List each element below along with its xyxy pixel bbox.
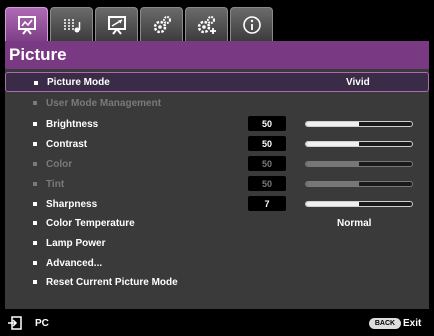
menu-item-label: Sharpness [46,198,98,210]
audio-settings-icon [63,18,80,32]
menu-item-label: Picture Mode [47,76,110,88]
menu-item-user-mode-management: User Mode Management [5,93,429,113]
menu-item-tint: Tint 50 [5,174,429,194]
menu-item-color-temperature[interactable]: Color Temperature Normal [5,213,429,233]
picture-display-icon [17,15,36,35]
back-button-icon[interactable]: BACK [369,318,401,329]
menu-footer: PC BACK Exit [5,313,429,333]
exit-label: Exit [403,317,422,329]
menu-item-label: Reset Current Picture Mode [46,276,178,288]
brightness-slider[interactable] [305,121,413,127]
bullet-icon [33,261,37,265]
menu-item-picture-mode[interactable]: Picture Mode Vivid [5,72,429,92]
bullet-icon [33,280,37,284]
contrast-value: 50 [248,136,286,151]
tab-information[interactable] [230,7,273,41]
tab-display[interactable] [95,7,138,41]
color-slider [305,161,413,167]
slider-fill [306,162,359,166]
bullet-icon [33,241,37,245]
brightness-value: 50 [248,116,286,131]
menu-item-reset[interactable]: Reset Current Picture Mode [5,272,429,292]
menu-item-contrast[interactable]: Contrast 50 [5,134,429,154]
menu-item-color: Color 50 [5,154,429,174]
picture-mode-value: Vivid [346,76,370,88]
bullet-icon [33,202,37,206]
bullet-icon [33,162,37,166]
menu-item-label: Advanced... [46,257,103,269]
input-source-label: PC [35,317,49,329]
slider-fill [306,182,359,186]
menu-item-label: Contrast [46,138,88,150]
tint-value: 50 [248,176,286,191]
bullet-icon [33,221,37,225]
tab-system-basic[interactable] [140,7,183,41]
page-title: Picture [9,45,67,64]
menu-item-label: Color [46,158,73,170]
menu-item-label: Brightness [46,118,99,130]
menu-item-label: User Mode Management [46,97,162,109]
tab-system-advanced[interactable] [185,7,228,41]
menu-item-brightness[interactable]: Brightness 50 [5,114,429,134]
tab-picture[interactable] [5,7,48,41]
menu-item-lamp-power[interactable]: Lamp Power [5,233,429,253]
menu-tabs [5,7,275,41]
information-icon [242,15,261,34]
sharpness-slider[interactable] [305,201,413,207]
slider-fill [306,122,359,126]
system-setup-basic-icon [153,15,171,33]
slider-fill [306,202,359,206]
color-temperature-value: Normal [337,217,372,229]
sharpness-value: 7 [248,196,286,211]
bullet-icon [34,81,38,85]
menu-item-label: Tint [46,178,65,190]
input-source-icon [8,316,22,330]
display-adjust-icon [107,15,126,35]
menu-header: Picture [5,41,429,69]
system-setup-advanced-icon [197,15,216,34]
menu-panel: Picture Mode Vivid User Mode Management … [5,69,429,309]
menu-item-sharpness[interactable]: Sharpness 7 [5,194,429,214]
color-value: 50 [248,156,286,171]
menu-item-label: Lamp Power [46,237,106,249]
bullet-icon [33,101,37,105]
bullet-icon [33,142,37,146]
bullet-icon [33,122,37,126]
slider-fill [306,142,359,146]
tab-audio[interactable] [50,7,93,41]
menu-item-advanced[interactable]: Advanced... [5,253,429,273]
contrast-slider[interactable] [305,141,413,147]
bullet-icon [33,182,37,186]
tint-slider [305,181,413,187]
menu-item-label: Color Temperature [46,217,135,229]
